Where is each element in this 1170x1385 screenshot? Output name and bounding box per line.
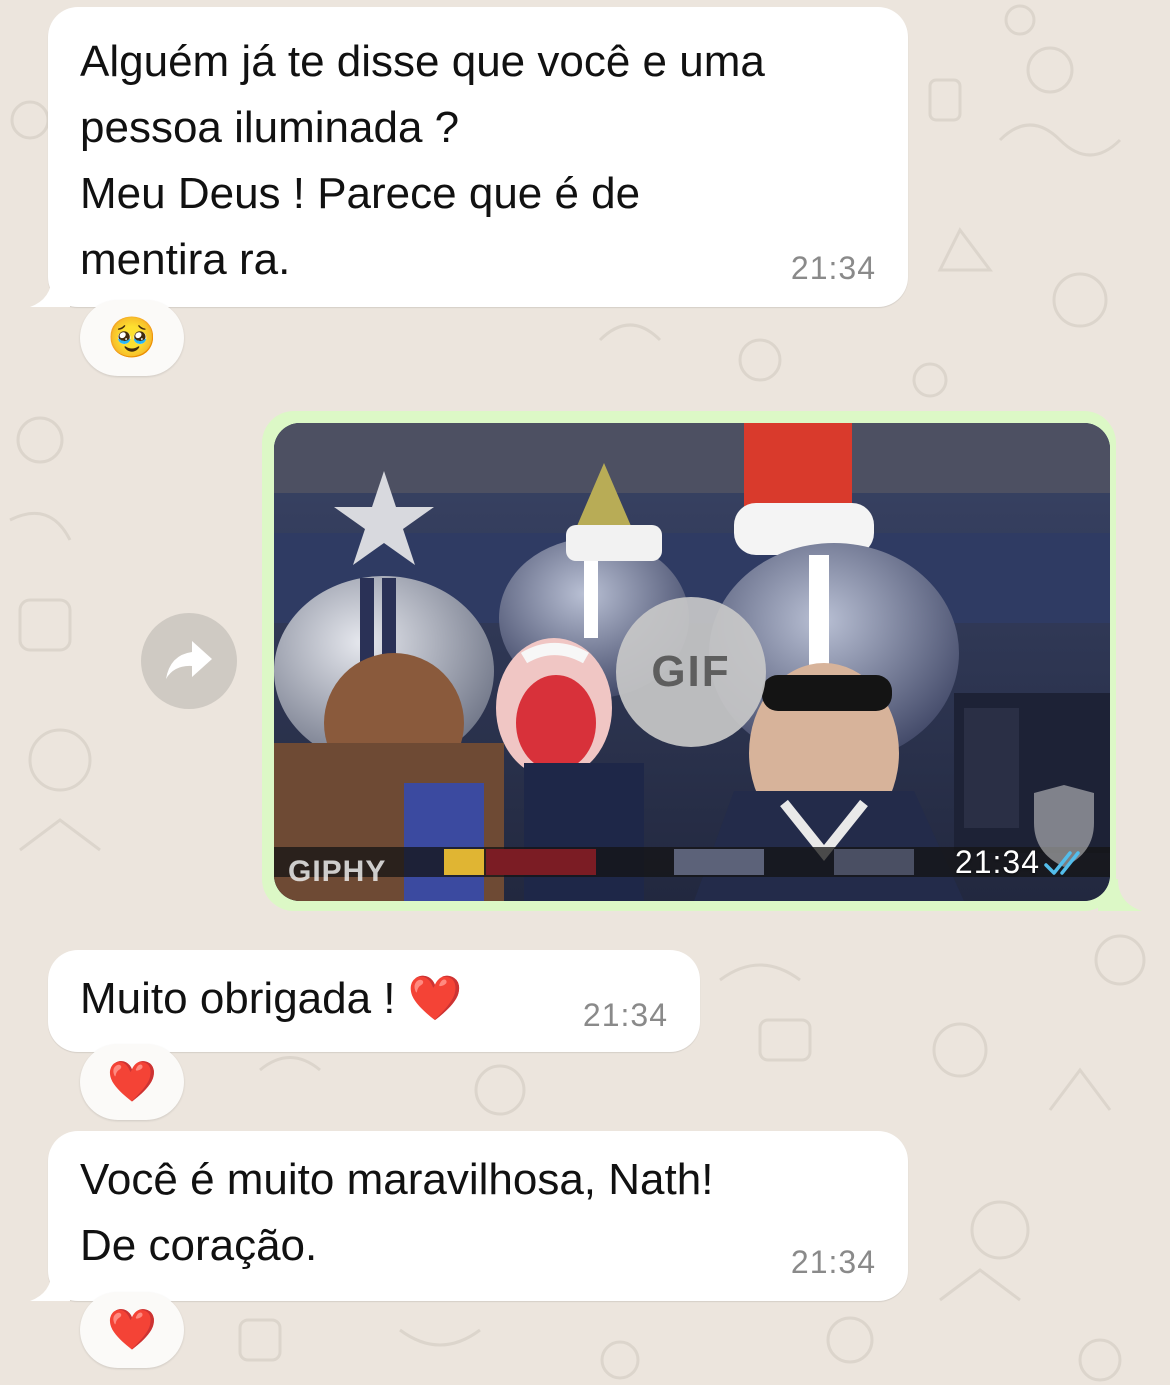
message-time: 21:34: [790, 1244, 876, 1280]
red-heart-icon: ❤️: [107, 1060, 157, 1104]
message-time: 21:34: [582, 997, 668, 1033]
message-time: 21:34: [790, 250, 876, 286]
outgoing-gif-message[interactable]: GIPHY GIF 21:34: [262, 411, 1142, 911]
message-text: Alguém já te disse que você e uma pessoa…: [80, 37, 765, 284]
message-reaction[interactable]: ❤️: [80, 1044, 184, 1120]
message-text: Você é muito maravilhosa, Nath! De coraç…: [80, 1155, 714, 1270]
bubble-tail: [30, 275, 70, 307]
forward-button[interactable]: [141, 613, 237, 709]
giphy-label: GIPHY: [288, 855, 387, 888]
message-time: 21:34: [954, 844, 1040, 880]
incoming-message[interactable]: Alguém já te disse que você e uma pessoa…: [30, 7, 908, 307]
bubble-tail: [30, 1269, 70, 1301]
double-check-icon: [1044, 851, 1080, 875]
incoming-message[interactable]: Você é muito maravilhosa, Nath! De coraç…: [30, 1131, 908, 1301]
red-heart-icon: ❤️: [107, 1308, 157, 1352]
message-reaction[interactable]: ❤️: [80, 1292, 184, 1368]
gif-play-button[interactable]: GIF: [616, 597, 766, 747]
gif-preview[interactable]: GIPHY GIF 21:34: [274, 423, 1110, 901]
message-text: Muito obrigada ! ❤️: [80, 974, 463, 1023]
forward-arrow-icon: [166, 641, 212, 679]
pleading-face-icon: 🥹: [107, 316, 157, 360]
incoming-message[interactable]: Muito obrigada ! ❤️ 21:34: [48, 950, 700, 1052]
message-reaction[interactable]: 🥹: [80, 300, 184, 376]
